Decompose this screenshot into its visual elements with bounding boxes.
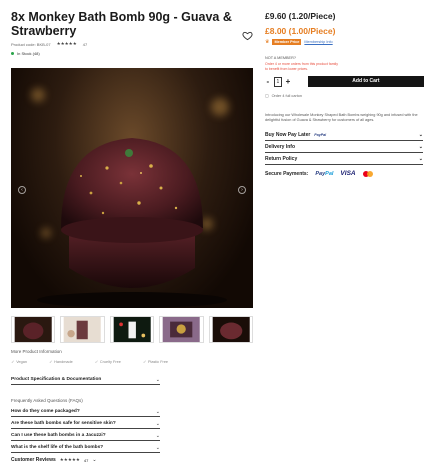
badge-label: Vegan	[16, 359, 27, 364]
quantity-and-cart-row: - 1 + Add to Cart	[265, 76, 425, 87]
regular-price: £9.60 (1.20/Piece)	[265, 11, 336, 21]
chevron-down-icon: ⌄	[155, 444, 160, 451]
quantity-input[interactable]: 1	[273, 76, 283, 87]
heart-icon[interactable]	[242, 30, 253, 41]
thumbnail-3[interactable]	[109, 316, 155, 343]
membership-info-link[interactable]: Membership Info	[304, 40, 332, 44]
delivery-info-accordion[interactable]: Delivery Info ⌄	[265, 141, 423, 153]
rating-stars[interactable]: ★★★★★	[57, 41, 77, 47]
member-price: £8.00 (1.00/Piece)	[265, 26, 336, 36]
thumbnail-2[interactable]	[60, 316, 105, 343]
spec-accordion[interactable]: Product Specification & Documentation ⌄	[11, 375, 160, 385]
badge-label: Handmade	[54, 359, 73, 364]
buy-now-pay-later-accordion[interactable]: Buy Now Pay Later PayPal ⌄	[265, 129, 423, 141]
secure-payments-label: Secure Payments:	[265, 170, 309, 177]
member-price-badge: Member Price	[272, 39, 302, 45]
quantity-increase-button[interactable]: +	[285, 77, 291, 86]
not-member-note: Order 4 or more orders from this product…	[265, 62, 338, 71]
badge-vegan: ✓ Vegan	[11, 359, 27, 365]
faq-heading: Frequently Asked Questions (FAQs)	[11, 398, 83, 403]
rabbit-icon: ✓	[94, 360, 98, 364]
chevron-down-icon: ⌄	[92, 457, 97, 463]
return-policy-label: Return Policy	[265, 155, 298, 162]
order-note-label: Order 4 full carton	[271, 93, 302, 98]
previous-image-arrow-icon[interactable]: ‹	[18, 186, 26, 194]
product-meta: Product code: BKB-07 ★★★★★ 47	[11, 41, 253, 47]
paypal-mini-logo: PayPal	[314, 132, 327, 137]
bnpl-label-wrap: Buy Now Pay Later PayPal	[265, 132, 326, 138]
mastercard-circle-orange	[366, 170, 373, 177]
stock-label: In Stock (48)	[17, 50, 40, 56]
thumbnail-4[interactable]	[159, 316, 204, 343]
faq-question: Can I use these bath bombs in a Jacuzzi?	[11, 433, 106, 438]
thumbnail-5[interactable]	[208, 316, 254, 343]
customer-reviews[interactable]: Customer Reviews ★★★★★ 47 ⌄	[11, 457, 97, 463]
add-to-cart-button[interactable]: Add to Cart	[307, 76, 425, 87]
chevron-down-icon: ⌄	[418, 143, 423, 150]
product-main-image[interactable]: ‹ ›	[11, 68, 253, 308]
reviews-count: 47	[83, 457, 89, 463]
chevron-down-icon: ⌄	[155, 420, 160, 427]
chevron-down-icon: ⌄	[418, 155, 423, 162]
thumbnail-1[interactable]	[11, 316, 56, 343]
product-badges: ✓ Vegan ✓ Handmade ✓ Cruelty Free ✓ Plastic …	[11, 359, 253, 365]
faq-item[interactable]: What is the shelf life of the bath bombs…	[11, 443, 160, 453]
delivery-info-label: Delivery Info	[265, 143, 296, 150]
recycle-icon: ✓	[142, 360, 146, 364]
crown-icon: ♛	[265, 39, 270, 45]
quantity-decrease-button[interactable]: -	[265, 77, 271, 86]
faq-item[interactable]: Can I use these bath bombs in a Jacuzzi?…	[11, 431, 160, 441]
chevron-down-icon: ⌄	[155, 376, 160, 383]
reviews-stars: ★★★★★	[59, 457, 80, 462]
member-row: ♛ Member Price Membership Info	[265, 39, 424, 45]
product-left-column: 8x Monkey Bath Bomb 90g - Guava & Strawb…	[11, 10, 254, 463]
visa-logo: VISA	[340, 170, 356, 177]
paypal-logo-part: Pay	[315, 170, 326, 177]
faq-question: Are these bath bombs safe for sensitive …	[11, 421, 116, 426]
product-purchase-panel: £9.60 (1.20/Piece) £8.00 (1.00/Piece) ♛ …	[265, 10, 425, 177]
reviews-label: Customer Reviews	[11, 457, 56, 463]
faq-item[interactable]: Are these bath bombs safe for sensitive …	[11, 419, 160, 429]
more-info-heading: More Product Information	[11, 349, 62, 354]
bath-bomb-illustration	[37, 138, 227, 308]
info-accordions: Buy Now Pay Later PayPal ⌄ Delivery Info …	[265, 129, 424, 165]
bnpl-label: Buy Now Pay Later	[265, 131, 311, 138]
stock-status: In Stock (48)	[11, 50, 253, 56]
thumbnail-strip	[11, 316, 254, 343]
paypal-logo-part: Pal	[325, 170, 334, 177]
mastercard-logo	[362, 170, 373, 177]
product-title: 8x Monkey Bath Bomb 90g - Guava & Strawb…	[11, 10, 232, 38]
badge-label: Cruelty Free	[99, 359, 121, 364]
badge-label: Plastic Free	[148, 359, 169, 364]
chevron-down-icon: ⌄	[155, 408, 160, 415]
paypal-logo: PayPal	[315, 171, 333, 177]
faq-question: What is the shelf life of the bath bombs…	[11, 445, 104, 450]
box-icon: ▢	[265, 94, 269, 98]
spec-accordion-label: Product Specification & Documentation	[11, 377, 102, 382]
rating-count[interactable]: 47	[83, 42, 87, 47]
return-policy-accordion[interactable]: Return Policy ⌄	[265, 153, 423, 165]
secure-payments: Secure Payments: PayPal VISA	[265, 170, 424, 177]
product-description: Introducing our Wholesale Monkey Shaped …	[265, 113, 418, 122]
product-code: Product code: BKB-07	[11, 41, 51, 47]
badge-handmade: ✓ Handmade	[48, 359, 73, 365]
badge-cruelty-free: ✓ Cruelty Free	[94, 359, 121, 365]
chevron-down-icon: ⌄	[155, 432, 160, 439]
leaf-icon: ✓	[11, 360, 15, 364]
order-note: ▢ Order 4 full carton	[265, 93, 424, 99]
faq-question: How do they come packaged?	[11, 409, 80, 414]
hand-icon: ✓	[48, 360, 53, 364]
not-member-heading: NOT A MEMBER?	[265, 56, 296, 60]
in-stock-dot-icon	[11, 51, 14, 55]
next-image-arrow-icon[interactable]: ›	[238, 186, 246, 194]
badge-plastic-free: ✓ Plastic Free	[142, 359, 169, 365]
faq-item[interactable]: How do they come packaged? ⌄	[11, 407, 160, 417]
chevron-down-icon: ⌄	[418, 131, 423, 138]
